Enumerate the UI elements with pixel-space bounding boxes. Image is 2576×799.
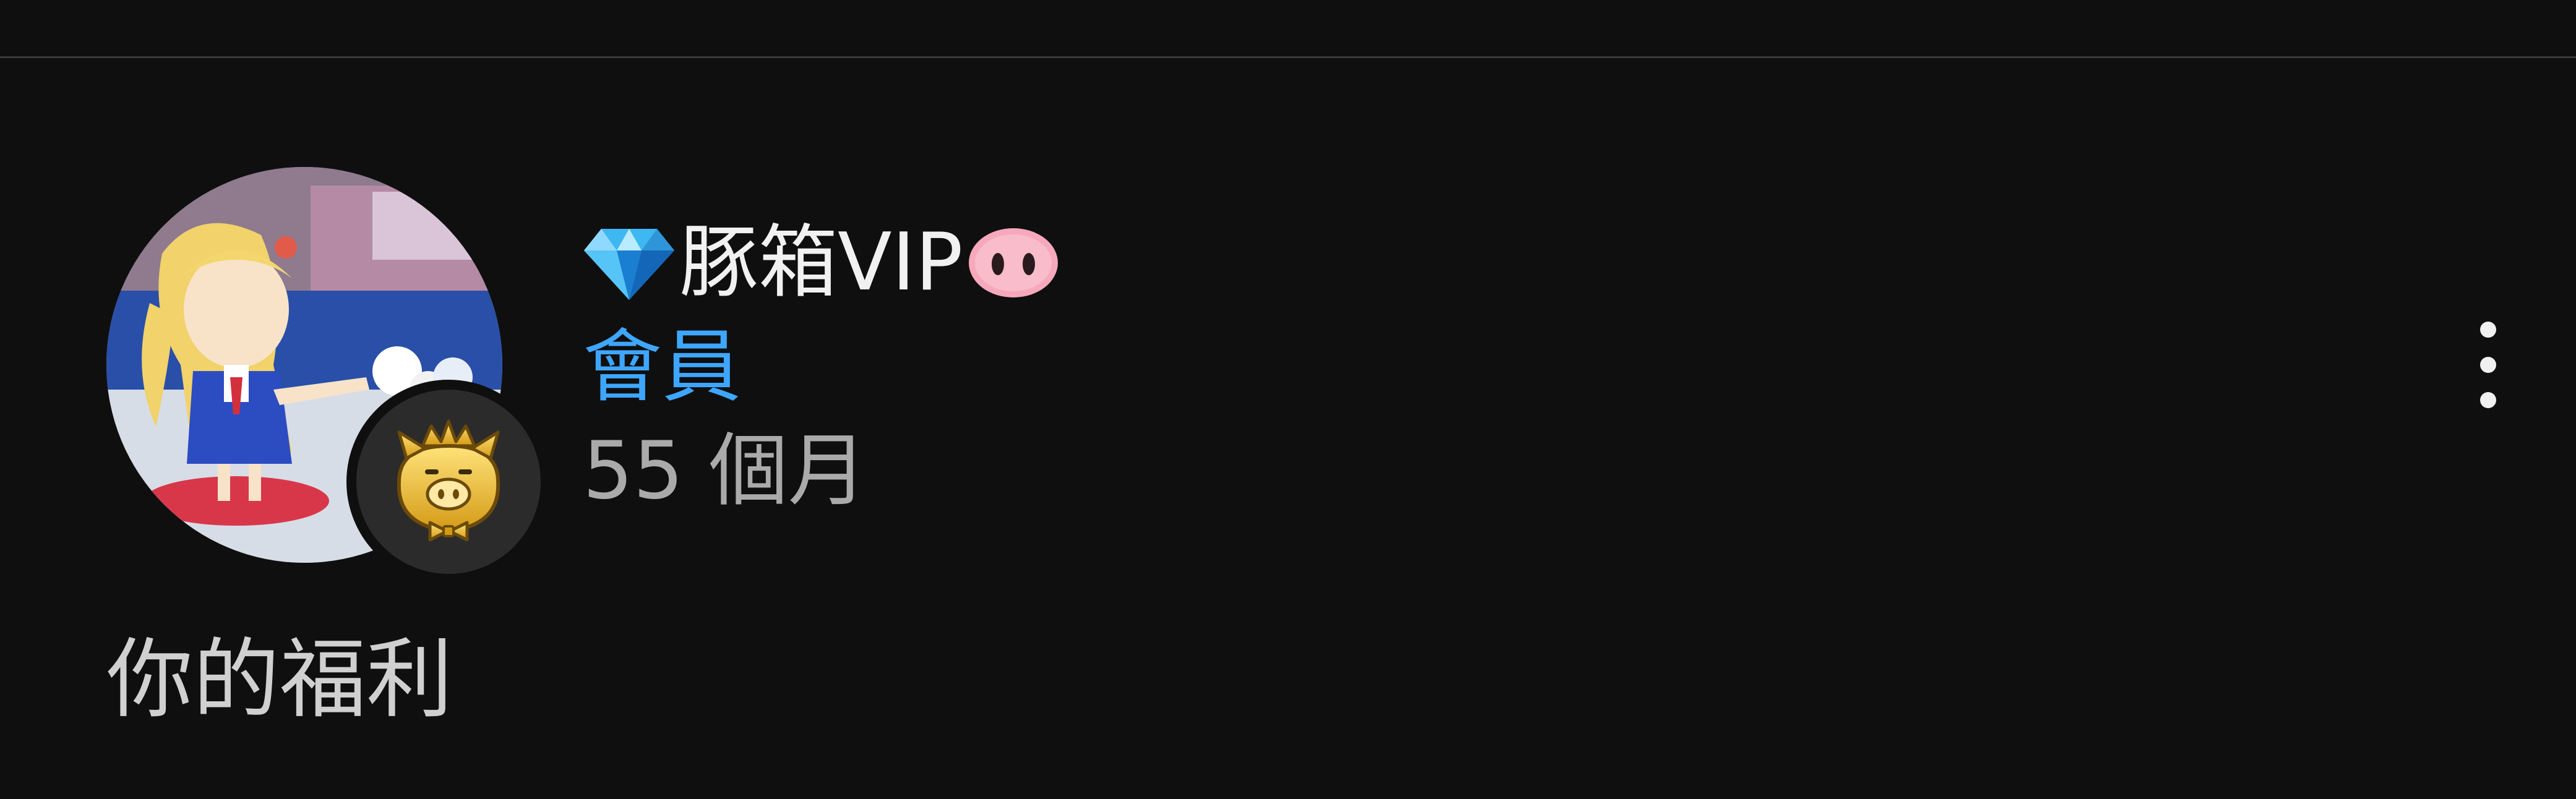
more-dot	[2480, 322, 2496, 338]
benefits-heading: 你的福利	[106, 630, 453, 730]
membership-duration: 55 個月	[583, 425, 867, 517]
membership-title: 豚箱VIP	[583, 210, 1060, 315]
membership-title-text: 豚箱VIP	[679, 216, 963, 309]
more-dot	[2480, 357, 2496, 373]
member-label: 會員	[583, 321, 742, 413]
pig-nose-icon	[968, 228, 1058, 297]
more-dot	[2480, 392, 2496, 408]
top-divider	[0, 56, 2576, 58]
more-vertical-icon[interactable]	[2468, 322, 2508, 408]
membership-info: 豚箱VIP 會員 55 個月	[583, 210, 1060, 511]
golden-pig-crown-badge-icon	[397, 419, 500, 542]
membership-page: 豚箱VIP 會員 55 個月 你的福利	[0, 0, 2576, 799]
member-badge	[346, 380, 551, 584]
avatar-container	[106, 167, 551, 584]
diamond-icon	[584, 229, 674, 300]
